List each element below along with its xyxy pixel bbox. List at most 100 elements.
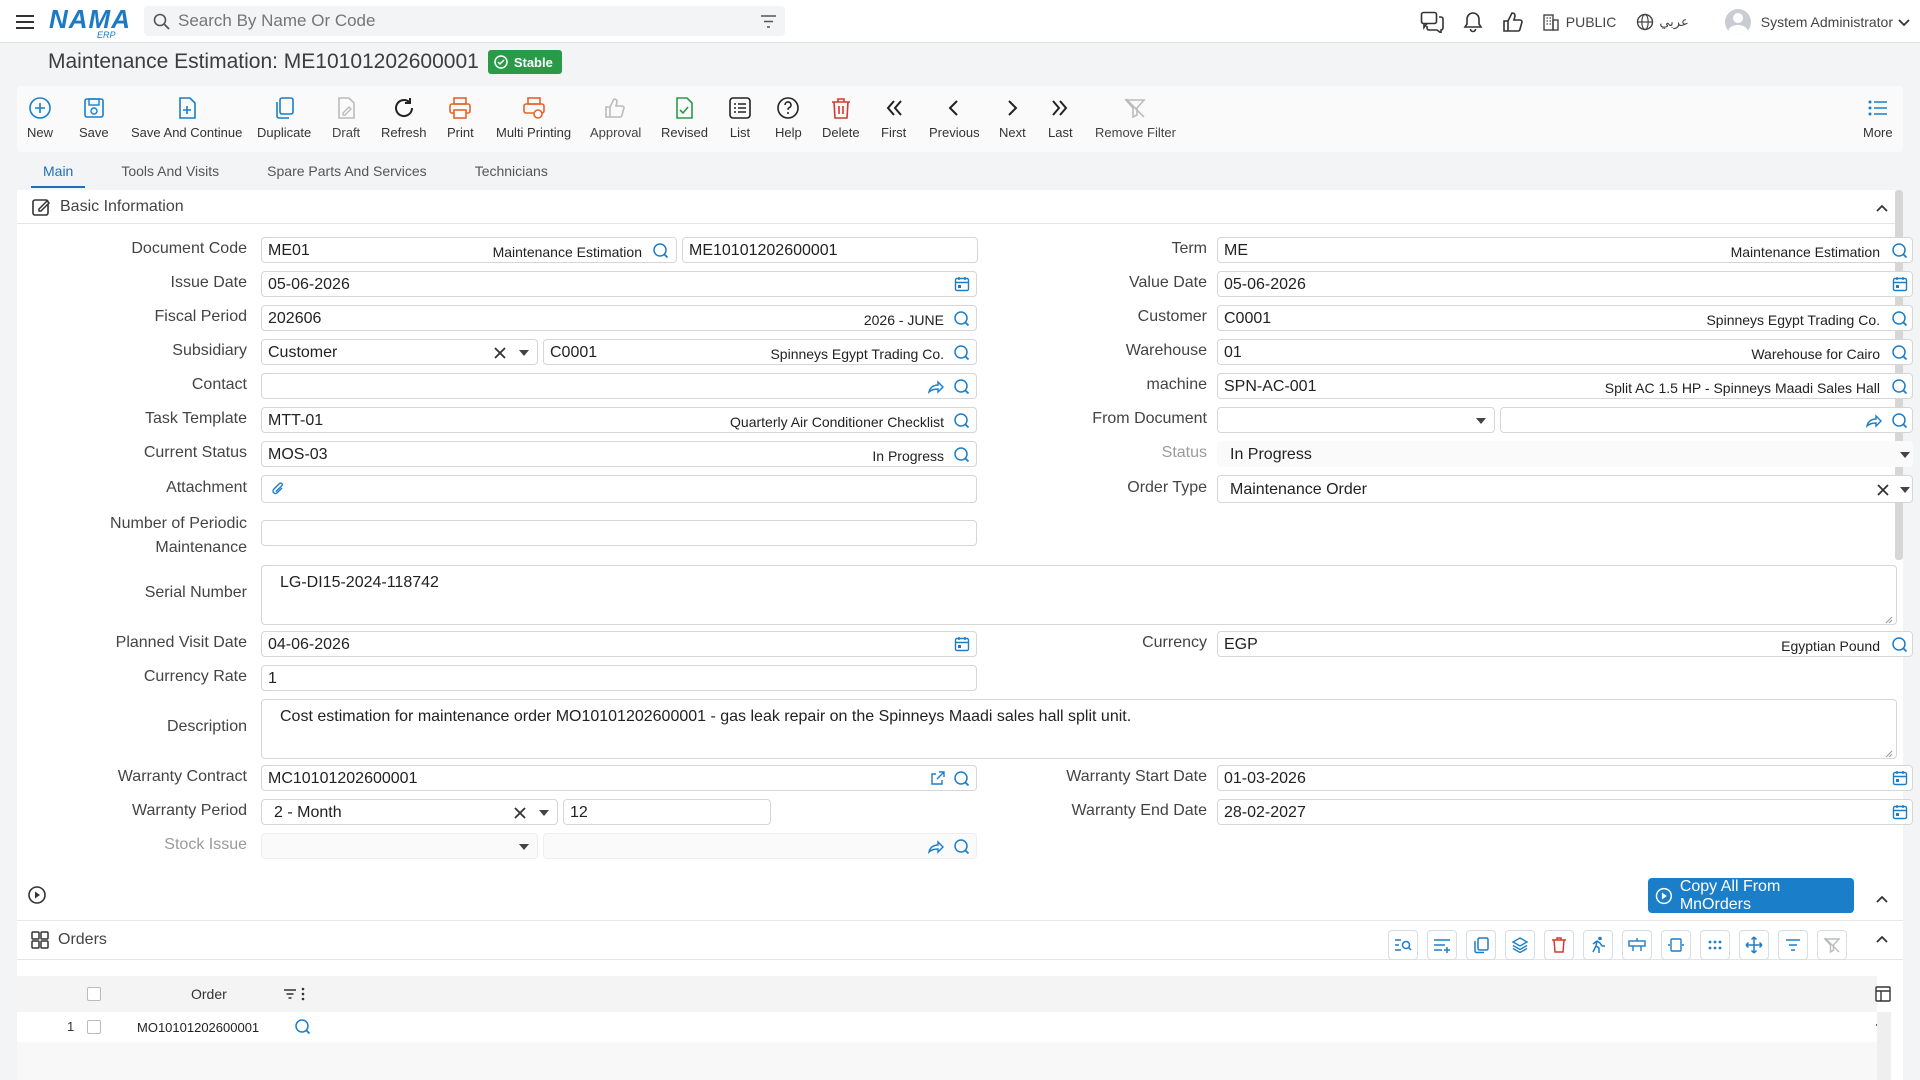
clear-icon[interactable] — [493, 346, 507, 360]
contact-field[interactable] — [261, 373, 977, 399]
nama-logo[interactable]: NAMA ERP — [49, 6, 131, 40]
caret-down-icon[interactable] — [519, 349, 529, 357]
caret-down-icon[interactable] — [539, 809, 549, 817]
term-field[interactable]: ME Maintenance Estimation — [1217, 237, 1913, 263]
calendar-icon[interactable] — [1892, 804, 1908, 820]
customer-field[interactable]: C0001 Spinneys Egypt Trading Co. — [1217, 305, 1913, 331]
lookup-icon[interactable] — [953, 310, 970, 327]
from-document-type-select[interactable] — [1217, 407, 1495, 433]
lookup-icon[interactable] — [1891, 242, 1908, 259]
subsidiary-code-field[interactable]: C0001 Spinneys Egypt Trading Co. — [543, 339, 977, 365]
user-menu[interactable]: System Administrator — [1724, 8, 1912, 35]
grid-delete-button[interactable] — [1544, 930, 1574, 960]
more-button[interactable]: More — [1863, 96, 1893, 140]
calendar-icon[interactable] — [954, 276, 970, 292]
lookup-icon[interactable] — [294, 1018, 311, 1035]
document-number-field[interactable]: ME10101202600001 — [682, 237, 978, 263]
help-button[interactable]: Help — [775, 96, 802, 140]
lookup-icon[interactable] — [1891, 378, 1908, 395]
share-icon[interactable] — [927, 378, 944, 395]
grid-run-button[interactable] — [1583, 930, 1613, 960]
subsidiary-type-select[interactable]: Customer — [261, 339, 538, 365]
resize-handle-icon[interactable] — [1885, 616, 1893, 624]
language-switch[interactable]: عربي — [1636, 13, 1689, 31]
refresh-button[interactable]: Refresh — [381, 96, 427, 140]
save-button[interactable]: Save — [79, 96, 109, 140]
column-menu-icon[interactable] — [301, 987, 305, 1001]
caret-down-icon[interactable] — [1476, 417, 1486, 425]
currency-field[interactable]: EGP Egyptian Pound — [1217, 631, 1913, 657]
lookup-icon[interactable] — [953, 770, 970, 787]
chevron-up-icon[interactable] — [1875, 892, 1889, 906]
tab-technicians[interactable]: Technicians — [463, 158, 560, 188]
remove-filter-button[interactable]: Remove Filter — [1095, 96, 1176, 140]
bell-icon[interactable] — [1462, 11, 1484, 33]
grid-add-row-button[interactable] — [1427, 930, 1457, 960]
grid-remove-filter-button[interactable] — [1817, 930, 1847, 960]
lookup-icon[interactable] — [953, 378, 970, 395]
tab-spare-parts[interactable]: Spare Parts And Services — [255, 158, 439, 188]
warranty-period-value-field[interactable]: 12 — [563, 799, 771, 825]
save-and-continue-button[interactable]: Save And Continue — [131, 96, 242, 140]
warranty-period-unit-select[interactable]: 2 - Month — [261, 799, 558, 825]
warranty-start-date-field[interactable]: 01-03-2026 — [1217, 765, 1913, 791]
paperclip-icon[interactable] — [270, 481, 286, 498]
grid-dots-button[interactable] — [1700, 930, 1730, 960]
resize-handle-icon[interactable] — [1885, 750, 1893, 758]
grid-move-button[interactable] — [1739, 930, 1769, 960]
lookup-icon[interactable] — [1891, 412, 1908, 429]
share-icon[interactable] — [1865, 412, 1882, 429]
caret-down-icon[interactable] — [1900, 486, 1910, 494]
grid-layers-button[interactable] — [1505, 930, 1535, 960]
issue-date-field[interactable]: 05-06-2026 — [261, 271, 977, 297]
chevron-up-icon[interactable] — [1875, 932, 1889, 946]
column-filter-icon[interactable] — [283, 987, 297, 1001]
serial-number-textarea[interactable]: LG-DI15-2024-118742 — [261, 565, 1897, 625]
duplicate-button[interactable]: Duplicate — [257, 96, 311, 140]
order-type-select[interactable]: Maintenance Order — [1217, 475, 1913, 503]
grid-scrollbar[interactable] — [1877, 1012, 1891, 1080]
row-checkbox[interactable] — [87, 1020, 101, 1034]
grid-copy-button[interactable] — [1466, 930, 1496, 960]
draft-button[interactable]: Draft — [332, 96, 360, 140]
chevron-up-icon[interactable] — [1875, 201, 1889, 215]
warranty-end-date-field[interactable]: 28-02-2027 — [1217, 799, 1913, 825]
delete-button[interactable]: Delete — [822, 96, 860, 140]
clear-icon[interactable] — [513, 806, 527, 820]
current-status-field[interactable]: MOS-03 In Progress — [261, 441, 977, 467]
fiscal-period-field[interactable]: 202606 2026 - JUNE — [261, 305, 977, 331]
tab-main[interactable]: Main — [31, 158, 86, 188]
public-selector[interactable]: PUBLIC — [1542, 13, 1616, 31]
external-link-icon[interactable] — [930, 770, 946, 786]
machine-field[interactable]: SPN-AC-001 Split AC 1.5 HP - Spinneys Ma… — [1217, 373, 1913, 399]
lookup-icon[interactable] — [1891, 344, 1908, 361]
chat-icon[interactable] — [1420, 11, 1444, 33]
calendar-icon[interactable] — [1892, 770, 1908, 786]
lookup-icon[interactable] — [953, 446, 970, 463]
select-all-checkbox[interactable] — [87, 987, 101, 1001]
tab-tools-and-visits[interactable]: Tools And Visits — [109, 158, 231, 188]
next-button[interactable]: Next — [999, 96, 1026, 140]
currency-rate-field[interactable]: 1 — [261, 665, 977, 691]
lookup-icon[interactable] — [953, 412, 970, 429]
search-input[interactable] — [178, 6, 738, 36]
warranty-contract-field[interactable]: MC10101202600001 — [261, 765, 977, 791]
attachment-field[interactable] — [261, 475, 977, 503]
document-code-field[interactable]: ME01 Maintenance Estimation — [261, 237, 677, 263]
lookup-icon[interactable] — [1891, 310, 1908, 327]
calendar-icon[interactable] — [1892, 276, 1908, 292]
approval-button[interactable]: Approval — [590, 96, 641, 140]
table-row[interactable]: 1 MO10101202600001 — [17, 1012, 1888, 1042]
lookup-icon[interactable] — [652, 242, 669, 259]
list-button[interactable]: List — [728, 96, 752, 140]
periodic-maintenance-field[interactable] — [261, 520, 977, 546]
lookup-icon[interactable] — [1891, 636, 1908, 653]
revised-button[interactable]: Revised — [661, 96, 708, 140]
planned-visit-date-field[interactable]: 04-06-2026 — [261, 631, 977, 657]
play-circle-icon[interactable] — [27, 885, 47, 905]
print-button[interactable]: Print — [447, 96, 474, 140]
grid-search-button[interactable] — [1388, 930, 1418, 960]
grid-filter-button[interactable] — [1778, 930, 1808, 960]
previous-button[interactable]: Previous — [929, 96, 980, 140]
columns-panel-icon[interactable] — [1875, 986, 1891, 1002]
